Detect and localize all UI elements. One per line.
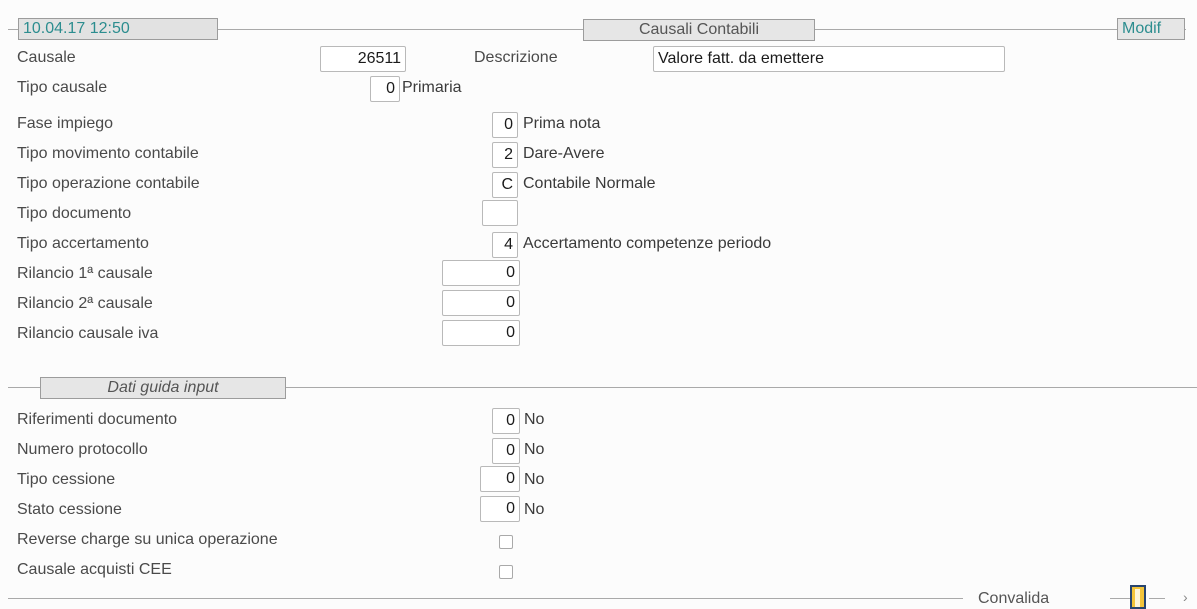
protocollo-desc: No (524, 441, 545, 458)
tipo-movimento-field[interactable]: 2 (492, 142, 518, 168)
protocollo-field[interactable]: 0 (492, 438, 520, 464)
tipo-operazione-label: Tipo operazione contabile (17, 175, 200, 192)
tipo-accertamento-desc: Accertamento competenze periodo (523, 235, 772, 252)
riferimenti-label: Riferimenti documento (17, 411, 178, 428)
fase-impiego-label: Fase impiego (17, 115, 114, 132)
footer-rule-tail (1149, 598, 1165, 599)
riferimenti-field[interactable]: 0 (492, 408, 520, 434)
mode-badge: Modif (1117, 18, 1185, 40)
tipo-causale-desc: Primaria (402, 79, 462, 96)
causale-label: Causale (17, 49, 76, 66)
acquisti-cee-checkbox[interactable] (499, 565, 513, 579)
rilancio2-label: Rilancio 2ª causale (17, 295, 153, 312)
tipo-cessione-field[interactable]: 0 (480, 466, 520, 492)
convalida-icon[interactable] (1130, 585, 1146, 609)
rilancio2-field[interactable]: 0 (442, 290, 520, 316)
window-title: Causali Contabili (583, 19, 815, 41)
stato-cessione-desc: No (524, 501, 545, 518)
reverse-charge-checkbox[interactable] (499, 535, 513, 549)
tipo-cessione-label: Tipo cessione (17, 471, 116, 488)
descrizione-label: Descrizione (474, 49, 558, 66)
causale-field[interactable]: 26511 (320, 46, 406, 72)
tipo-accertamento-field[interactable]: 4 (492, 232, 518, 258)
datetime-badge: 10.04.17 12:50 (18, 18, 218, 40)
tipo-cessione-desc: No (524, 471, 545, 488)
footer-rule (8, 598, 963, 599)
rilancio-iva-field[interactable]: 0 (442, 320, 520, 346)
rilancio1-label: Rilancio 1ª causale (17, 265, 153, 282)
rilancio-iva-label: Rilancio causale iva (17, 325, 159, 342)
tipo-documento-field[interactable] (482, 200, 518, 226)
fase-impiego-field[interactable]: 0 (492, 112, 518, 138)
tipo-documento-label: Tipo documento (17, 205, 132, 222)
rilancio1-field[interactable]: 0 (442, 260, 520, 286)
tipo-operazione-desc: Contabile Normale (523, 175, 656, 192)
descrizione-field[interactable]: Valore fatt. da emettere (653, 46, 1005, 72)
tipo-causale-field[interactable]: 0 (370, 76, 400, 102)
stato-cessione-label: Stato cessione (17, 501, 122, 518)
fase-impiego-desc: Prima nota (523, 115, 601, 132)
tipo-movimento-desc: Dare-Avere (523, 145, 605, 162)
tipo-causale-label: Tipo causale (17, 79, 108, 96)
more-chevron-icon[interactable]: › (1183, 589, 1188, 605)
section-title-guida: Dati guida input (40, 377, 286, 399)
reverse-charge-label: Reverse charge su unica operazione (17, 531, 278, 548)
convalida-label: Convalida (978, 590, 1050, 607)
acquisti-cee-label: Causale acquisti CEE (17, 561, 172, 578)
stato-cessione-field[interactable]: 0 (480, 496, 520, 522)
tipo-operazione-field[interactable]: C (492, 172, 518, 198)
protocollo-label: Numero protocollo (17, 441, 148, 458)
riferimenti-desc: No (524, 411, 545, 428)
tipo-movimento-label: Tipo movimento contabile (17, 145, 199, 162)
footer-rule-right (1110, 598, 1130, 599)
tipo-accertamento-label: Tipo accertamento (17, 235, 149, 252)
